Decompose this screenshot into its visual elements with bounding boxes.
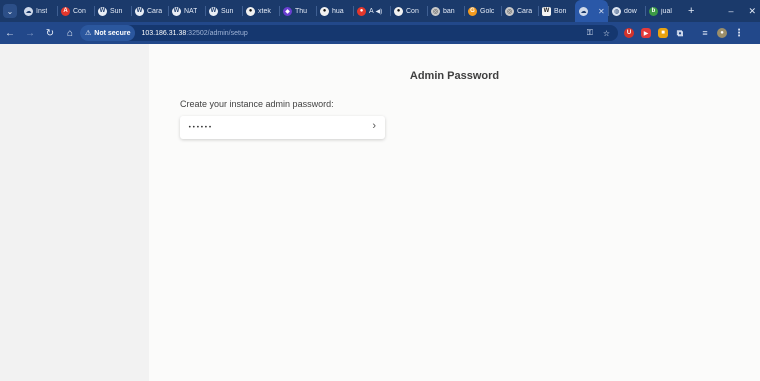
youtube-extension-icon[interactable]: ▶ — [641, 28, 651, 38]
w-logo-icon: W — [542, 6, 551, 16]
github-icon: ● — [394, 6, 403, 16]
tab[interactable]: ◍ dow — [608, 0, 645, 22]
wordpress-icon: W — [209, 6, 218, 16]
tab[interactable]: A Con — [57, 0, 94, 22]
wordpress-icon: W — [172, 6, 181, 16]
tab[interactable]: ◎ Cara — [501, 0, 538, 22]
reload-button[interactable]: ↻ — [40, 28, 60, 39]
github-icon: ● — [320, 6, 329, 16]
globe-icon: ◍ — [612, 6, 621, 16]
tab[interactable]: ● A ◀) — [353, 0, 390, 22]
tab[interactable]: ● xtek — [242, 0, 279, 22]
red-logo-icon: A — [61, 6, 70, 16]
back-button[interactable]: ← — [0, 28, 20, 39]
tab[interactable]: W Bon — [538, 0, 575, 22]
forward-button[interactable]: → — [20, 28, 40, 39]
chevron-down-icon: ⌄ — [6, 6, 14, 16]
purple-shield-icon: ◆ — [283, 6, 292, 16]
url-text[interactable]: 103.186.31.38:32502/admin/setup — [141, 30, 247, 37]
cloud-icon: ☁ — [579, 6, 588, 16]
chevron-right-icon[interactable]: › — [372, 120, 376, 132]
extensions-puzzle-icon[interactable]: ⧉ — [675, 28, 685, 38]
security-chip[interactable]: ⚠ Not secure — [80, 25, 136, 41]
new-tab-button[interactable]: + — [688, 5, 694, 17]
bookmark-star-icon[interactable]: ☆ — [603, 29, 610, 38]
tab[interactable]: W Cara — [131, 0, 168, 22]
tab[interactable]: ☁ Inst — [20, 0, 57, 22]
media-controls-icon[interactable]: ≡ — [700, 28, 710, 38]
tab-strip: ⌄ ☁ Inst A Con W Sun W Cara W NAT W Sun ● xtek … — [0, 0, 760, 22]
tab[interactable]: W Sun — [205, 0, 242, 22]
password-field-container: › — [180, 116, 385, 139]
tab[interactable]: ◆ Thu — [279, 0, 316, 22]
tab[interactable]: ◎ ban — [427, 0, 464, 22]
wordpress-icon: W — [135, 6, 144, 16]
close-window-button[interactable]: ✕ — [748, 6, 756, 17]
close-tab-icon[interactable]: ✕ — [598, 7, 605, 16]
password-prompt-label: Create your instance admin password: — [180, 99, 334, 109]
admin-password-input[interactable] — [188, 116, 358, 139]
address-bar[interactable]: ⚠ Not secure 103.186.31.38:32502/admin/s… — [80, 25, 618, 41]
profile-avatar[interactable]: ● — [717, 28, 727, 38]
left-panel — [0, 44, 149, 381]
warning-icon: ⚠ — [85, 30, 92, 37]
minimize-button[interactable]: – — [728, 6, 733, 16]
setup-panel: Admin Password Create your instance admi… — [149, 44, 760, 381]
wordpress-icon: W — [98, 6, 107, 16]
extensions-area: U ▶ ■ ⧉ ≡ ● ⋮ — [624, 22, 744, 44]
red-record-icon: ● — [357, 6, 366, 16]
window-controls: – ✕ — [728, 0, 756, 22]
tab-search-button[interactable]: ⌄ — [3, 4, 17, 18]
orange-coin-icon: G — [468, 6, 477, 16]
yellow-extension-icon[interactable]: ■ — [658, 28, 668, 38]
gray-circle-icon: ◎ — [431, 6, 440, 16]
tab-list: ☁ Inst A Con W Sun W Cara W NAT W Sun ● xtek ◆ T… — [20, 0, 682, 22]
browser-toolbar: ← → ↻ ⌂ ⚠ Not secure 103.186.31.38:32502… — [0, 22, 760, 44]
omnibox-actions: ⚿ ☆ — [587, 25, 610, 41]
github-icon: ● — [246, 6, 255, 16]
green-logo-icon: b — [649, 6, 658, 16]
browser-menu-icon[interactable]: ⋮ — [734, 28, 744, 39]
tab[interactable]: ● hua — [316, 0, 353, 22]
speaker-icon: ◀) — [375, 8, 383, 15]
gray-circle-icon: ◎ — [505, 6, 514, 16]
home-button[interactable]: ⌂ — [60, 28, 80, 39]
password-key-icon[interactable]: ⚿ — [587, 28, 593, 38]
tab[interactable]: b jual — [645, 0, 682, 22]
tab[interactable]: W NAT — [168, 0, 205, 22]
tab[interactable]: ● Con — [390, 0, 427, 22]
tab-active[interactable]: ☁ ✕ — [575, 0, 608, 22]
ublock-extension-icon[interactable]: U — [624, 28, 634, 38]
tab[interactable]: G Golc — [464, 0, 501, 22]
tab[interactable]: W Sun — [94, 0, 131, 22]
cloud-icon: ☁ — [24, 6, 33, 16]
page-title: Admin Password — [409, 70, 500, 82]
